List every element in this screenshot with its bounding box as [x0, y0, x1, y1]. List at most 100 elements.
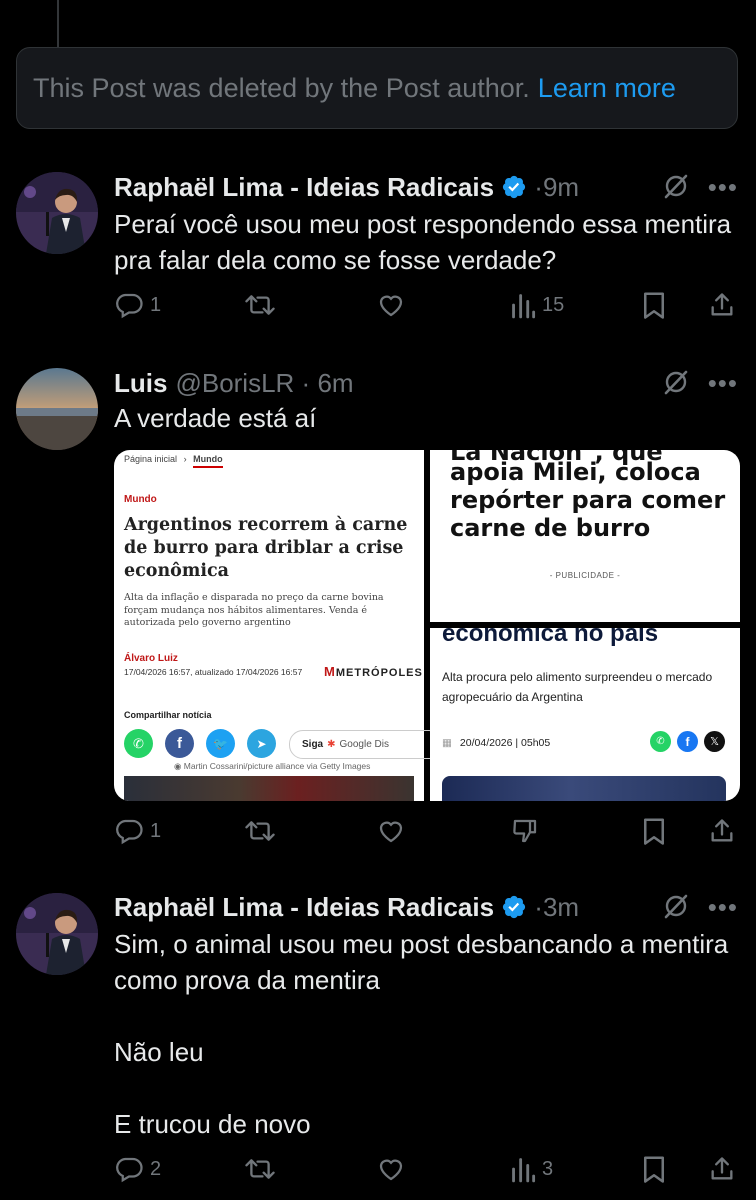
google-star-icon: ✱	[327, 739, 336, 750]
bookmark-icon	[644, 292, 664, 319]
more-options-icon[interactable]: •••	[708, 892, 738, 923]
avatar[interactable]	[16, 172, 98, 254]
views-button[interactable]: 3	[510, 1154, 553, 1184]
like-button[interactable]	[376, 816, 406, 846]
avatar[interactable]	[16, 893, 98, 975]
facebook-icon[interactable]: f	[165, 729, 194, 758]
reply-count: 1	[150, 819, 162, 842]
share-buttons: ✆ f 𝕏	[650, 731, 725, 752]
brand-mark-m: M	[324, 664, 336, 679]
post-text: Peraí você usou meu post respondendo ess…	[114, 209, 732, 275]
article-author: Álvaro Luiz	[124, 653, 178, 664]
media-screenshot-article-headline[interactable]: La Nación", que apoia Milei, coloca repó…	[430, 450, 740, 622]
media-grid[interactable]: Página inicial › Mundo Mundo Argentinos …	[114, 450, 740, 801]
reply-button[interactable]: 2	[114, 1154, 161, 1184]
action-bar: 1	[114, 816, 738, 850]
more-options-icon[interactable]: •••	[708, 172, 738, 203]
camera-icon: ◉	[174, 761, 184, 771]
media-screenshot-metropoles[interactable]: Página inicial › Mundo Mundo Argentinos …	[114, 450, 443, 801]
repost-button[interactable]	[244, 1154, 276, 1184]
share-label: Compartilhar notícia	[124, 710, 212, 720]
reply-count: 1	[150, 293, 162, 316]
article-photo-strip	[124, 776, 414, 801]
bookmark-button[interactable]	[640, 1154, 668, 1184]
grok-icon[interactable]	[662, 172, 690, 205]
share-button[interactable]	[708, 290, 736, 320]
post-time[interactable]: 6m	[317, 368, 353, 399]
verified-badge-icon	[501, 174, 527, 200]
views-count: 3	[542, 1157, 554, 1180]
author-name[interactable]: Raphaël Lima - Ideias Radicais	[114, 892, 494, 923]
views-button[interactable]: 15	[510, 290, 564, 320]
article-headline: apoia Milei, coloca repórter para comer …	[450, 458, 726, 542]
article-lede: Alta da inflação e disparada no preço da…	[124, 592, 384, 628]
post-header: Luis @BorisLR · 6m	[114, 366, 354, 400]
facebook-icon[interactable]: f	[677, 731, 698, 752]
share-buttons: ✆ f 🐦 ➤	[124, 729, 276, 758]
thumbs-down-icon	[513, 819, 537, 843]
author-handle[interactable]: @BorisLR	[175, 368, 294, 399]
whatsapp-icon[interactable]: ✆	[650, 731, 671, 752]
share-button[interactable]	[708, 1154, 736, 1184]
twitter-icon[interactable]: 🐦	[206, 729, 235, 758]
breadcrumb: Página inicial › Mundo	[124, 454, 223, 468]
more-options-icon[interactable]: •••	[708, 368, 738, 399]
action-bar: 2 3	[114, 1154, 738, 1188]
reply-icon	[116, 1157, 143, 1183]
post-time[interactable]: 3m	[543, 892, 579, 923]
grok-icon[interactable]	[662, 892, 690, 925]
action-bar: 1 15	[114, 290, 738, 324]
telegram-icon[interactable]: ➤	[247, 729, 276, 758]
author-name[interactable]: Luis	[114, 368, 167, 399]
reply-button[interactable]: 1	[114, 816, 161, 846]
author-name[interactable]: Raphaël Lima - Ideias Radicais	[114, 172, 494, 203]
share-icon	[711, 819, 733, 842]
avatar[interactable]	[16, 368, 98, 450]
share-icon	[711, 1157, 733, 1180]
like-button[interactable]	[376, 290, 406, 320]
x-icon[interactable]: 𝕏	[704, 731, 725, 752]
bookmark-icon	[644, 818, 664, 845]
bookmark-icon	[644, 1156, 664, 1183]
post-time[interactable]: 9m	[543, 172, 579, 203]
article-date: 17/04/2026 16:57, atualizado 17/04/2026 …	[124, 667, 303, 677]
section-label: Mundo	[124, 494, 157, 505]
media-screenshot-article-summary[interactable]: econômica no país Alta procura pelo alim…	[430, 628, 740, 801]
grok-icon[interactable]	[662, 368, 690, 401]
share-button[interactable]	[708, 816, 736, 846]
downvote-button[interactable]	[510, 816, 540, 846]
google-discover-follow-button[interactable]: Siga ✱ Google Dis	[289, 730, 443, 759]
reply-icon	[116, 819, 143, 845]
post-text: A verdade está aí	[114, 403, 317, 433]
repost-icon	[245, 821, 275, 841]
metropoles-logo: MMETRÓPOLES	[324, 664, 423, 679]
article-lede: Alta procura pelo alimento surpreendeu o…	[442, 670, 713, 704]
dot-separator: ·	[294, 367, 318, 398]
reply-button[interactable]: 1	[114, 290, 161, 320]
bookmark-button[interactable]	[640, 816, 668, 846]
post-header: Raphaël Lima - Ideias Radicais · 3m	[114, 890, 579, 924]
repost-icon	[245, 1159, 275, 1179]
repost-icon	[245, 295, 275, 315]
bookmark-button[interactable]	[640, 290, 668, 320]
thread-connector-line	[57, 0, 59, 48]
post-header: Raphaël Lima - Ideias Radicais · 9m	[114, 170, 579, 204]
deleted-post-notice: This Post was deleted by the Post author…	[16, 47, 738, 129]
reply-count: 2	[150, 1157, 162, 1180]
article-date: ▦ 20/04/2026 | 05h05	[442, 737, 551, 749]
ad-label: - PUBLICIDADE -	[549, 571, 621, 580]
repost-button[interactable]	[244, 816, 276, 846]
views-icon	[512, 1158, 536, 1183]
views-icon	[512, 294, 536, 319]
whatsapp-icon[interactable]: ✆	[124, 729, 153, 758]
reply-icon	[116, 293, 143, 319]
post-text: Sim, o animal usou meu post desbancando …	[114, 929, 729, 1139]
heart-icon	[379, 295, 403, 317]
learn-more-link[interactable]: Learn more	[538, 73, 676, 104]
article-headline: Argentinos recorrem à carne de burro par…	[124, 515, 408, 581]
verified-badge-icon	[501, 894, 527, 920]
share-icon	[711, 293, 733, 316]
calendar-icon: ▦	[442, 737, 452, 749]
like-button[interactable]	[376, 1154, 406, 1184]
repost-button[interactable]	[244, 290, 276, 320]
